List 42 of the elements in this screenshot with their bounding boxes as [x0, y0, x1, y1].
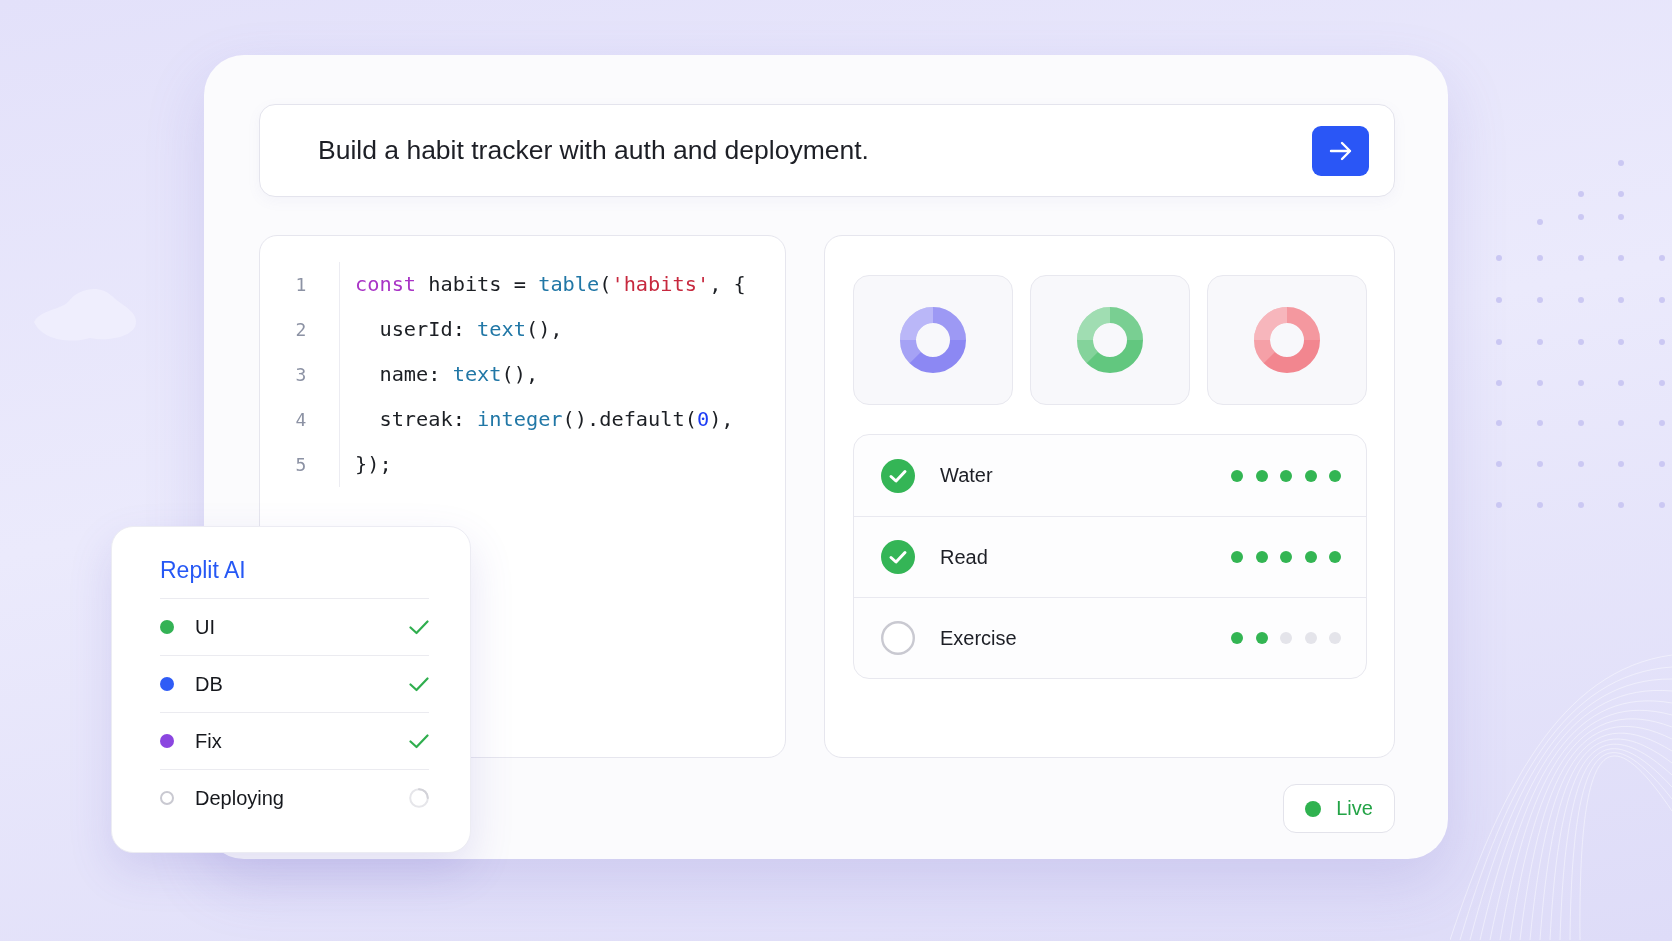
step-label: Fix: [195, 729, 222, 753]
streak-dot-icon: [1255, 632, 1268, 644]
streak-dot-icon: [1280, 469, 1292, 482]
prompt-field[interactable]: Build a habit tracker with auth and deployment.: [259, 104, 1395, 197]
line-number: 1: [295, 273, 307, 297]
send-button[interactable]: [1312, 125, 1369, 176]
line-number: 5: [295, 453, 307, 477]
streak-dot-icon: [1304, 551, 1317, 563]
streak-dot-icon: [1304, 469, 1317, 482]
code-line: name: text(),: [378, 361, 539, 388]
habit-name: Read: [940, 545, 988, 569]
habit-name: Exercise: [940, 626, 1017, 650]
code-line: streak: integer().default(0),: [378, 406, 734, 433]
streak-dot-icon: [1255, 469, 1268, 482]
code-line: userId: text(),: [378, 316, 563, 343]
line-number: 2: [295, 318, 307, 342]
code-line: });: [355, 451, 392, 478]
streak-dot-icon: [1231, 469, 1243, 482]
code-line: const habits = table('habits', {: [355, 271, 746, 298]
prompt-text: Build a habit tracker with auth and deployment.: [318, 135, 869, 166]
line-number: 4: [295, 408, 307, 432]
step-label: Deploying: [195, 786, 284, 810]
step-label: UI: [195, 615, 215, 639]
assistant-title: Replit AI: [160, 556, 246, 585]
status-label: Live: [1336, 797, 1373, 820]
streak-dot-icon: [1231, 632, 1243, 644]
check-circle-icon[interactable]: [881, 540, 915, 574]
arrow-right-icon: [1328, 140, 1353, 161]
check-circle-icon[interactable]: [881, 458, 915, 493]
line-number: 3: [295, 363, 307, 387]
streak-dot-icon: [1280, 551, 1292, 563]
step-label: DB: [195, 672, 223, 696]
streak-dot-icon: [1329, 632, 1341, 644]
streak-dot-icon: [1231, 551, 1243, 563]
streak-dot-icon: [1304, 632, 1317, 644]
streak-dot-icon: [1329, 551, 1341, 563]
status-dot-icon: [1305, 800, 1322, 817]
empty-circle-icon[interactable]: [881, 621, 915, 655]
streak-dot-icon: [1255, 551, 1268, 563]
habit-name: Water: [940, 464, 993, 487]
streak-dot-icon: [1329, 469, 1341, 482]
streak-dot-icon: [1280, 632, 1292, 644]
